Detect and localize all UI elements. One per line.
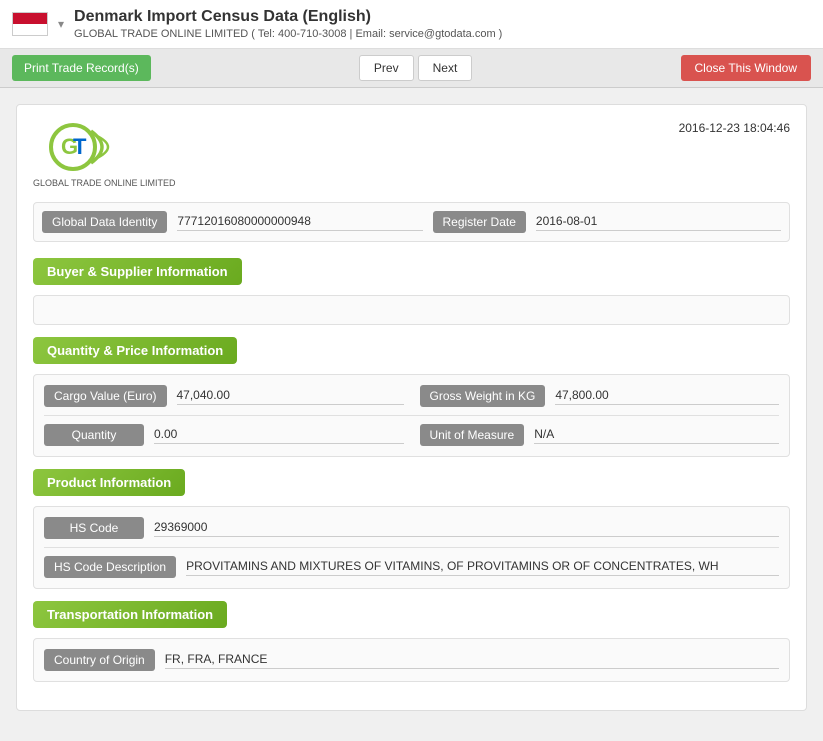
quantity-value: 0.00 [154,427,404,444]
country-origin-label: Country of Origin [44,649,155,671]
prev-button[interactable]: Prev [359,55,414,81]
cargo-value: 47,040.00 [177,388,404,405]
header-subtitle: GLOBAL TRADE ONLINE LIMITED ( Tel: 400-7… [74,28,811,40]
register-date-value: 2016-08-01 [536,214,781,231]
print-button[interactable]: Print Trade Record(s) [12,55,151,81]
country-origin-value: FR, FRA, FRANCE [165,652,779,669]
transportation-header: Transportation Information [33,601,227,628]
buyer-supplier-section: Buyer & Supplier Information [33,258,790,325]
cargo-value-pair: Cargo Value (Euro) 47,040.00 [44,385,404,407]
logo-area: G T GLOBAL TRADE ONLINE LIMITED 2016-12-… [33,121,790,188]
header-title-area: Denmark Import Census Data (English) GLO… [74,8,811,40]
hs-desc-value: PROVITAMINS AND MIXTURES OF VITAMINS, OF… [186,559,779,576]
quantity-pair: Quantity 0.00 [44,424,404,446]
product-body: HS Code 29369000 HS Code Description PRO… [33,506,790,589]
gto-logo: G T [33,121,153,176]
timestamp: 2016-12-23 18:04:46 [679,121,790,135]
dropdown-arrow[interactable]: ▾ [58,17,64,31]
product-header: Product Information [33,469,185,496]
svg-text:T: T [73,134,87,159]
record-card: G T GLOBAL TRADE ONLINE LIMITED 2016-12-… [16,104,807,711]
country-origin-row: Country of Origin FR, FRA, FRANCE [44,649,779,671]
hs-code-row: HS Code 29369000 [44,517,779,539]
product-section: Product Information HS Code 29369000 HS … [33,469,790,589]
page-title: Denmark Import Census Data (English) [74,8,811,26]
toolbar: Print Trade Record(s) Prev Next Close Th… [0,49,823,88]
hs-code-label: HS Code [44,517,144,539]
global-data-label: Global Data Identity [42,211,167,233]
hs-desc-row: HS Code Description PROVITAMINS AND MIXT… [44,556,779,578]
unit-of-measure-label: Unit of Measure [420,424,525,446]
divider [44,415,779,416]
unit-of-measure-value: N/A [534,427,779,444]
buyer-supplier-header: Buyer & Supplier Information [33,258,242,285]
quantity-price-row2: Quantity 0.00 Unit of Measure N/A [44,424,779,446]
cargo-value-label: Cargo Value (Euro) [44,385,167,407]
gross-weight-label: Gross Weight in KG [420,385,546,407]
global-data-value: 77712016080000000948 [177,214,422,231]
buyer-supplier-body [33,295,790,325]
unit-of-measure-pair: Unit of Measure N/A [420,424,780,446]
transportation-body: Country of Origin FR, FRA, FRANCE [33,638,790,682]
quantity-label: Quantity [44,424,144,446]
register-date-label: Register Date [433,211,526,233]
next-button[interactable]: Next [418,55,473,81]
quantity-price-row1: Cargo Value (Euro) 47,040.00 Gross Weigh… [44,385,779,407]
gross-weight-pair: Gross Weight in KG 47,800.00 [420,385,780,407]
transportation-section: Transportation Information Country of Or… [33,601,790,682]
top-header: ▾ Denmark Import Census Data (English) G… [0,0,823,49]
gross-weight-value: 47,800.00 [555,388,779,405]
identity-row: Global Data Identity 7771201608000000094… [33,202,790,242]
nav-buttons: Prev Next [359,55,472,81]
main-content: G T GLOBAL TRADE ONLINE LIMITED 2016-12-… [0,88,823,727]
quantity-price-header: Quantity & Price Information [33,337,237,364]
denmark-flag [12,12,48,36]
divider2 [44,547,779,548]
quantity-price-section: Quantity & Price Information Cargo Value… [33,337,790,457]
close-button[interactable]: Close This Window [681,55,811,81]
company-name: GLOBAL TRADE ONLINE LIMITED [33,178,176,188]
logo-container: G T GLOBAL TRADE ONLINE LIMITED [33,121,176,188]
hs-desc-label: HS Code Description [44,556,176,578]
hs-code-value: 29369000 [154,520,779,537]
quantity-price-body: Cargo Value (Euro) 47,040.00 Gross Weigh… [33,374,790,457]
